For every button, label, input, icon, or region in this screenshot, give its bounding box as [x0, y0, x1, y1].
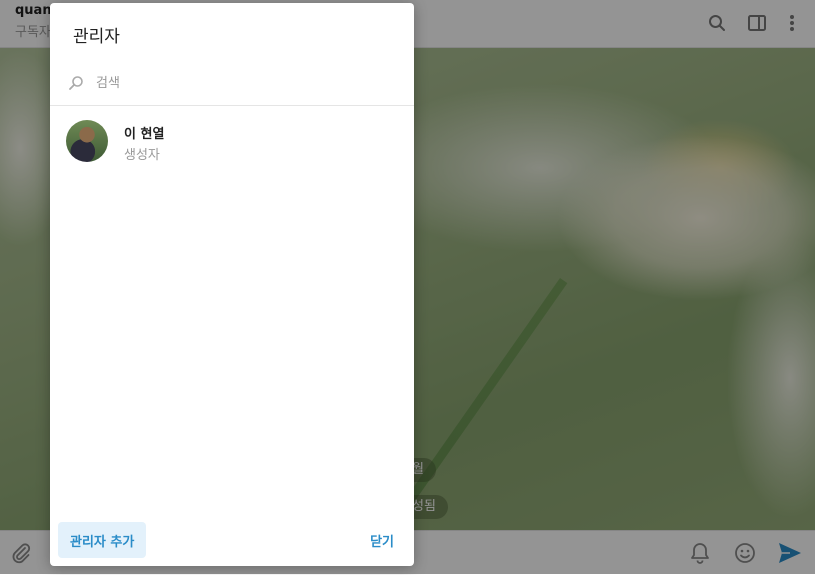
search-bar — [50, 61, 414, 106]
member-role: 생성자 — [124, 148, 160, 163]
search-icon — [68, 75, 84, 91]
member-name: 이 현열 — [124, 127, 165, 142]
dialog-title: 관리자 — [73, 27, 120, 47]
avatar[interactable] — [66, 120, 108, 162]
search-input[interactable] — [96, 71, 396, 95]
add-admin-button[interactable]: 관리자 추가 — [58, 522, 147, 558]
close-button[interactable]: 닫기 — [358, 522, 406, 558]
member-row[interactable]: 이 현열 생성자 — [50, 115, 414, 169]
administrators-dialog: 관리자 이 현열 생성자 관리자 추가 닫기 — [50, 3, 414, 566]
